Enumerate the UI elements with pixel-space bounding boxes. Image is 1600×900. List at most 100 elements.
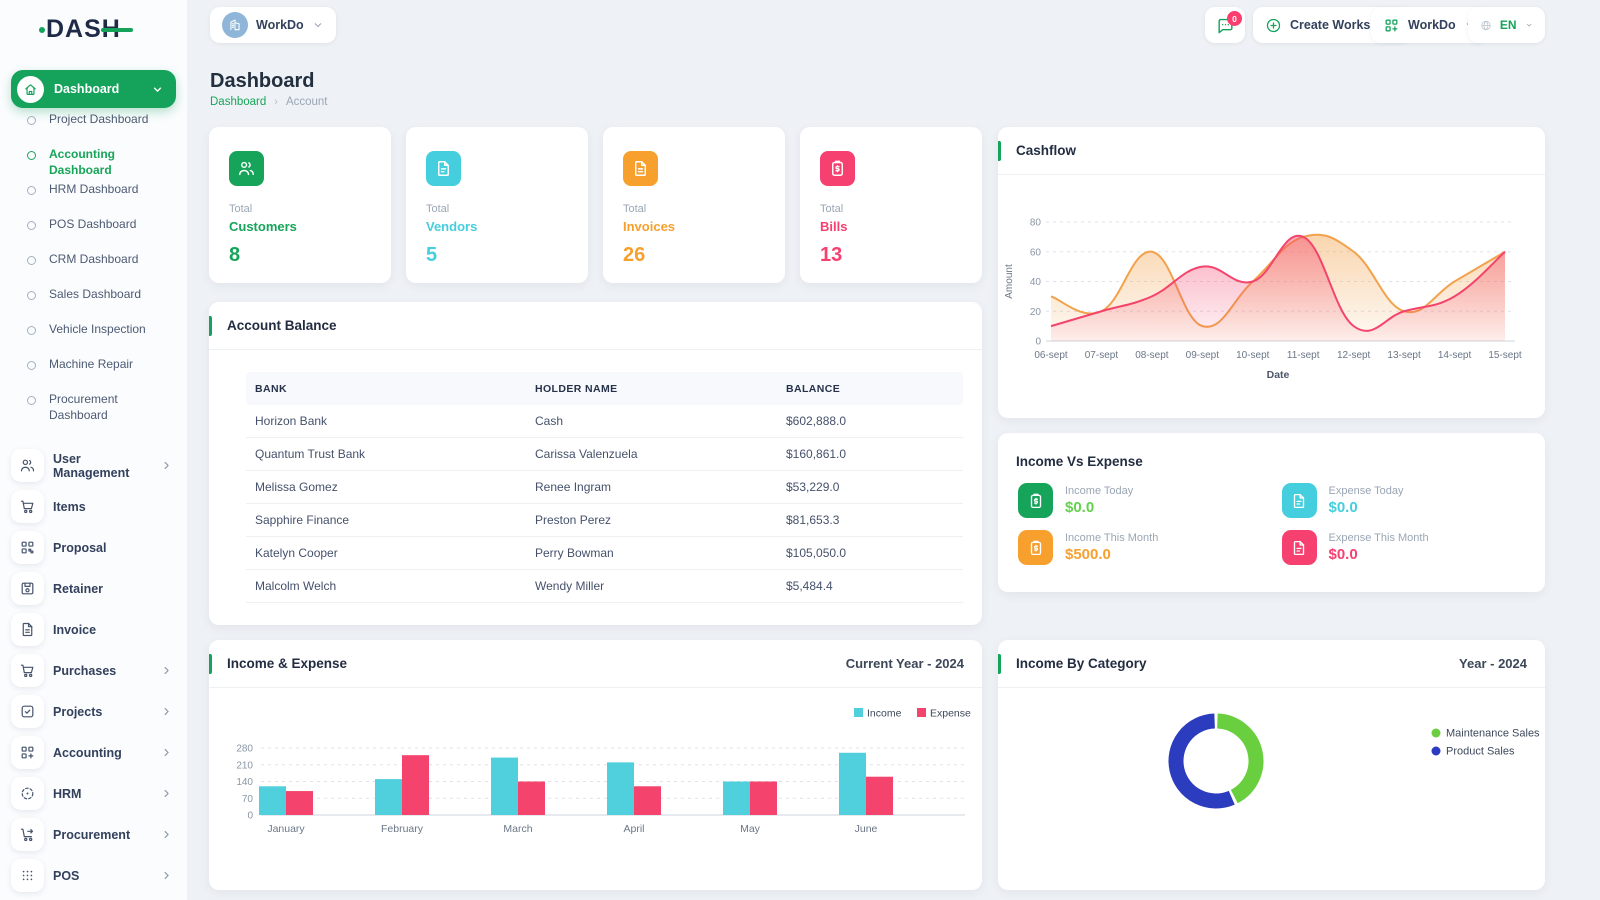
circle-icon <box>27 361 36 370</box>
svg-text:January: January <box>267 823 305 835</box>
balance-cell: $105,050.0 <box>786 546 963 560</box>
svg-text:13-sept: 13-sept <box>1387 350 1421 361</box>
file-text-icon <box>1282 483 1317 518</box>
sidebar-subitem-sales-dashboard[interactable]: Sales Dashboard <box>0 287 187 322</box>
circle-icon <box>27 291 36 300</box>
stat-prefix: Total <box>820 203 962 215</box>
sidebar-subitem-accounting-dashboard[interactable]: Accounting Dashboard <box>0 147 187 182</box>
sidebar-subitem-pos-dashboard[interactable]: POS Dashboard <box>0 217 187 252</box>
target-icon <box>11 777 44 810</box>
balance-cell: $160,861.0 <box>786 447 963 461</box>
income-expense-year-label: Current Year - 2024 <box>846 656 964 671</box>
sidebar-subitem-project-dashboard[interactable]: Project Dashboard <box>0 112 187 147</box>
income-vs-expense-card: Income Vs Expense Income Today$0.0Expens… <box>998 433 1545 592</box>
sidebar-subitem-hrm-dashboard[interactable]: HRM Dashboard <box>0 182 187 217</box>
table-row: Malcolm WelchWendy Miller$5,484.4 <box>246 570 963 603</box>
breadcrumb-dashboard[interactable]: Dashboard <box>210 96 266 108</box>
chevron-right-icon <box>160 459 173 472</box>
sidebar-subitem-vehicle-inspection[interactable]: Vehicle Inspection <box>0 322 187 357</box>
breadcrumb: Dashboard › Account <box>210 96 328 108</box>
sidebar-subitem-machine-repair[interactable]: Machine Repair <box>0 357 187 392</box>
account-balance-title: Account Balance <box>227 318 337 333</box>
income-vs-expense-grid: Income Today$0.0Expense Today$0.0Income … <box>1018 483 1525 565</box>
messages-badge: 0 <box>1227 11 1242 26</box>
income-expense-title: Income & Expense <box>227 656 347 671</box>
cashflow-chart: 80604020006-sept07-sept08-sept09-sept10-… <box>998 175 1545 413</box>
chevron-right-icon <box>160 787 173 800</box>
chevron-right-icon <box>160 664 173 677</box>
sidebar-item-proposal[interactable]: Proposal <box>0 527 187 568</box>
chevron-down-icon <box>151 83 164 96</box>
stat-card-invoices: TotalInvoices26 <box>603 127 785 283</box>
svg-text:210: 210 <box>236 760 253 771</box>
logo-accent-bar <box>101 28 133 32</box>
chevron-down-icon <box>312 19 324 31</box>
stat-cards-row: TotalCustomers8TotalVendors5TotalInvoice… <box>209 127 982 283</box>
svg-text:12-sept: 12-sept <box>1337 350 1371 361</box>
bank-cell: Melissa Gomez <box>246 480 535 494</box>
svg-text:Date: Date <box>1267 369 1290 381</box>
dashboard-submenu: Project DashboardAccounting DashboardHRM… <box>0 112 187 427</box>
stat-card-vendors: TotalVendors5 <box>406 127 588 283</box>
sidebar-item-items[interactable]: Items <box>0 486 187 527</box>
stat-card-bills: TotalBills13 <box>800 127 982 283</box>
sidebar-item-invoice[interactable]: Invoice <box>0 609 187 650</box>
apps-grid-icon <box>1383 17 1400 34</box>
table-row: Sapphire FinancePreston Perez$81,653.3 <box>246 504 963 537</box>
stat-card-customers: TotalCustomers8 <box>209 127 391 283</box>
cart-arrow-icon <box>11 818 44 851</box>
sidebar-item-pos[interactable]: POS <box>0 855 187 896</box>
stat-value: 8 <box>229 244 371 267</box>
stat-prefix: Total <box>426 203 568 215</box>
cashflow-title: Cashflow <box>1016 143 1076 158</box>
sidebar-subitem-procurement-dashboard[interactable]: Procurement Dashboard <box>0 392 187 427</box>
sidebar-item-accounting[interactable]: Accounting <box>0 732 187 773</box>
income-expense-chart: 070140210280JanuaryFebruaryMarchAprilMay… <box>209 688 982 889</box>
app-logo[interactable]: DASH <box>46 15 121 44</box>
svg-text:Maintenance Sales: Maintenance Sales <box>1446 728 1540 740</box>
circle-icon <box>27 151 36 160</box>
svg-text:07-sept: 07-sept <box>1085 350 1119 361</box>
cashflow-card: Cashflow 80604020006-sept07-sept08-sept0… <box>998 127 1545 418</box>
sidebar-item-hrm[interactable]: HRM <box>0 773 187 814</box>
breadcrumb-separator: › <box>274 96 278 108</box>
sidebar-item-projects[interactable]: Projects <box>0 691 187 732</box>
language-selector[interactable]: EN <box>1468 7 1545 43</box>
sidebar-subitem-crm-dashboard[interactable]: CRM Dashboard <box>0 252 187 287</box>
chevron-right-icon <box>160 869 173 882</box>
clipboard-dollar-icon <box>1018 483 1053 518</box>
sidebar: DASH Dashboard Project DashboardAccounti… <box>0 0 187 900</box>
holder-cell: Cash <box>535 414 786 428</box>
column-header-bank: BANK <box>246 383 535 395</box>
kpi-value: $0.0 <box>1329 499 1404 516</box>
bank-cell: Horizon Bank <box>246 414 535 428</box>
income-by-category-title: Income By Category <box>1016 656 1147 671</box>
balance-cell: $81,653.3 <box>786 513 963 527</box>
workspace-switcher[interactable]: WorkDo <box>210 7 336 43</box>
svg-text:11-sept: 11-sept <box>1287 350 1320 361</box>
messages-button[interactable]: 0 <box>1205 7 1245 43</box>
sidebar-item-dashboard[interactable]: Dashboard <box>11 70 176 108</box>
sidebar-item-procurement[interactable]: Procurement <box>0 814 187 855</box>
chevron-right-icon <box>160 746 173 759</box>
file-text-icon <box>426 151 461 186</box>
svg-text:Expense: Expense <box>930 708 971 720</box>
column-header-balance: BALANCE <box>786 383 963 395</box>
svg-text:February: February <box>381 823 424 835</box>
kpi-label: Expense This Month <box>1329 532 1429 544</box>
grid-dots-icon <box>11 859 44 892</box>
sidebar-menu: User ManagementItemsProposalRetainerInvo… <box>0 445 187 896</box>
table-header-row: BANKHOLDER NAMEBALANCE <box>246 372 963 405</box>
logo-dot <box>39 27 45 33</box>
sidebar-item-purchases[interactable]: Purchases <box>0 650 187 691</box>
chevron-down-icon <box>1525 19 1533 31</box>
holder-cell: Wendy Miller <box>535 579 786 593</box>
stat-prefix: Total <box>623 203 765 215</box>
sidebar-item-retainer[interactable]: Retainer <box>0 568 187 609</box>
circle-icon <box>27 256 36 265</box>
account-balance-table: BANKHOLDER NAMEBALANCEHorizon BankCash$6… <box>246 372 963 603</box>
bank-cell: Katelyn Cooper <box>246 546 535 560</box>
language-label: EN <box>1500 18 1517 32</box>
svg-text:80: 80 <box>1030 218 1042 229</box>
sidebar-item-user-management[interactable]: User Management <box>0 445 187 486</box>
